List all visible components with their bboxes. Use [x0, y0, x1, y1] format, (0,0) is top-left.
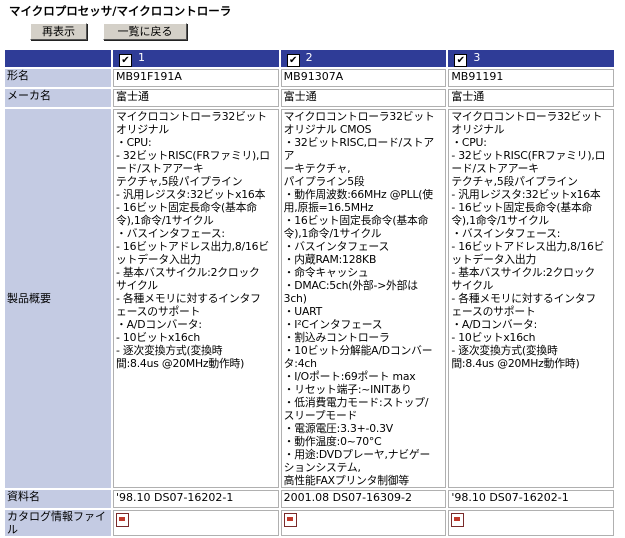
row-label: 形名 — [5, 69, 111, 87]
maker-cell: 富士通 — [113, 89, 279, 107]
row-label: 資料名 — [5, 490, 111, 508]
document-cell: 2001.08 DS07-16309-2 — [280, 490, 447, 508]
column-index: 1 — [138, 50, 145, 64]
column-header-2: ✔ 2 — [280, 50, 447, 67]
catalog-cell — [113, 510, 279, 536]
table-row-model: 形名 MB91F191A MB91307A MB91191 — [5, 69, 614, 87]
catalog-cell — [448, 510, 614, 536]
compare-checkbox-2[interactable]: ✔ — [286, 53, 300, 67]
row-label: メーカ名 — [5, 89, 111, 107]
header-corner — [5, 50, 111, 67]
maker-cell: 富士通 — [448, 89, 614, 107]
column-index: 3 — [473, 50, 481, 64]
overview-cell: マイクロコントローラ32ビット オリジナル ・CPU: - 32ビットRISC(… — [113, 109, 279, 488]
row-label: カタログ情報ファイル — [5, 510, 111, 536]
column-header-3: ✔ 3 — [448, 50, 614, 67]
model-cell: MB91191 — [448, 69, 614, 87]
document-cell: '98.10 DS07-16202-1 — [448, 490, 614, 508]
overview-cell: マイクロコントローラ32ビット オリジナル ・CPU: - 32ビットRISC(… — [448, 109, 614, 488]
model-cell: MB91307A — [280, 69, 447, 87]
maker-cell: 富士通 — [280, 89, 447, 107]
pdf-file-icon[interactable] — [451, 513, 465, 527]
page-title: マイクロプロセッサ/マイクロコントローラ — [9, 4, 232, 18]
pdf-file-icon[interactable] — [116, 513, 129, 527]
comparison-table: ✔ 1 ✔ 2 ✔ 3 形名 MB91F191A MB91307A MB91191 メ… — [3, 48, 616, 538]
compare-checkbox-1[interactable]: ✔ — [119, 53, 132, 67]
table-row-maker: メーカ名 富士通 富士通 富士通 — [5, 89, 614, 107]
document-cell: '98.10 DS07-16202-1 — [113, 490, 279, 508]
row-label: 製品概要 — [5, 109, 111, 488]
column-index: 2 — [305, 50, 313, 64]
column-header-1: ✔ 1 — [113, 50, 279, 67]
refresh-button[interactable]: 再表示 — [30, 23, 87, 40]
table-row-overview: 製品概要 マイクロコントローラ32ビット オリジナル ・CPU: - 32ビット… — [5, 109, 614, 488]
catalog-cell — [280, 510, 447, 536]
pdf-file-icon[interactable] — [283, 513, 297, 527]
back-to-list-button[interactable]: 一覧に戻る — [103, 23, 187, 40]
overview-cell: マイクロコントローラ32ビット オリジナル CMOS ・32ビットRISC,ロー… — [280, 109, 447, 488]
model-cell: MB91F191A — [113, 69, 279, 87]
compare-checkbox-3[interactable]: ✔ — [454, 53, 468, 67]
table-header-row: ✔ 1 ✔ 2 ✔ 3 — [5, 50, 614, 67]
table-row-document: 資料名 '98.10 DS07-16202-1 2001.08 DS07-163… — [5, 490, 614, 508]
table-row-catalog: カタログ情報ファイル — [5, 510, 614, 536]
